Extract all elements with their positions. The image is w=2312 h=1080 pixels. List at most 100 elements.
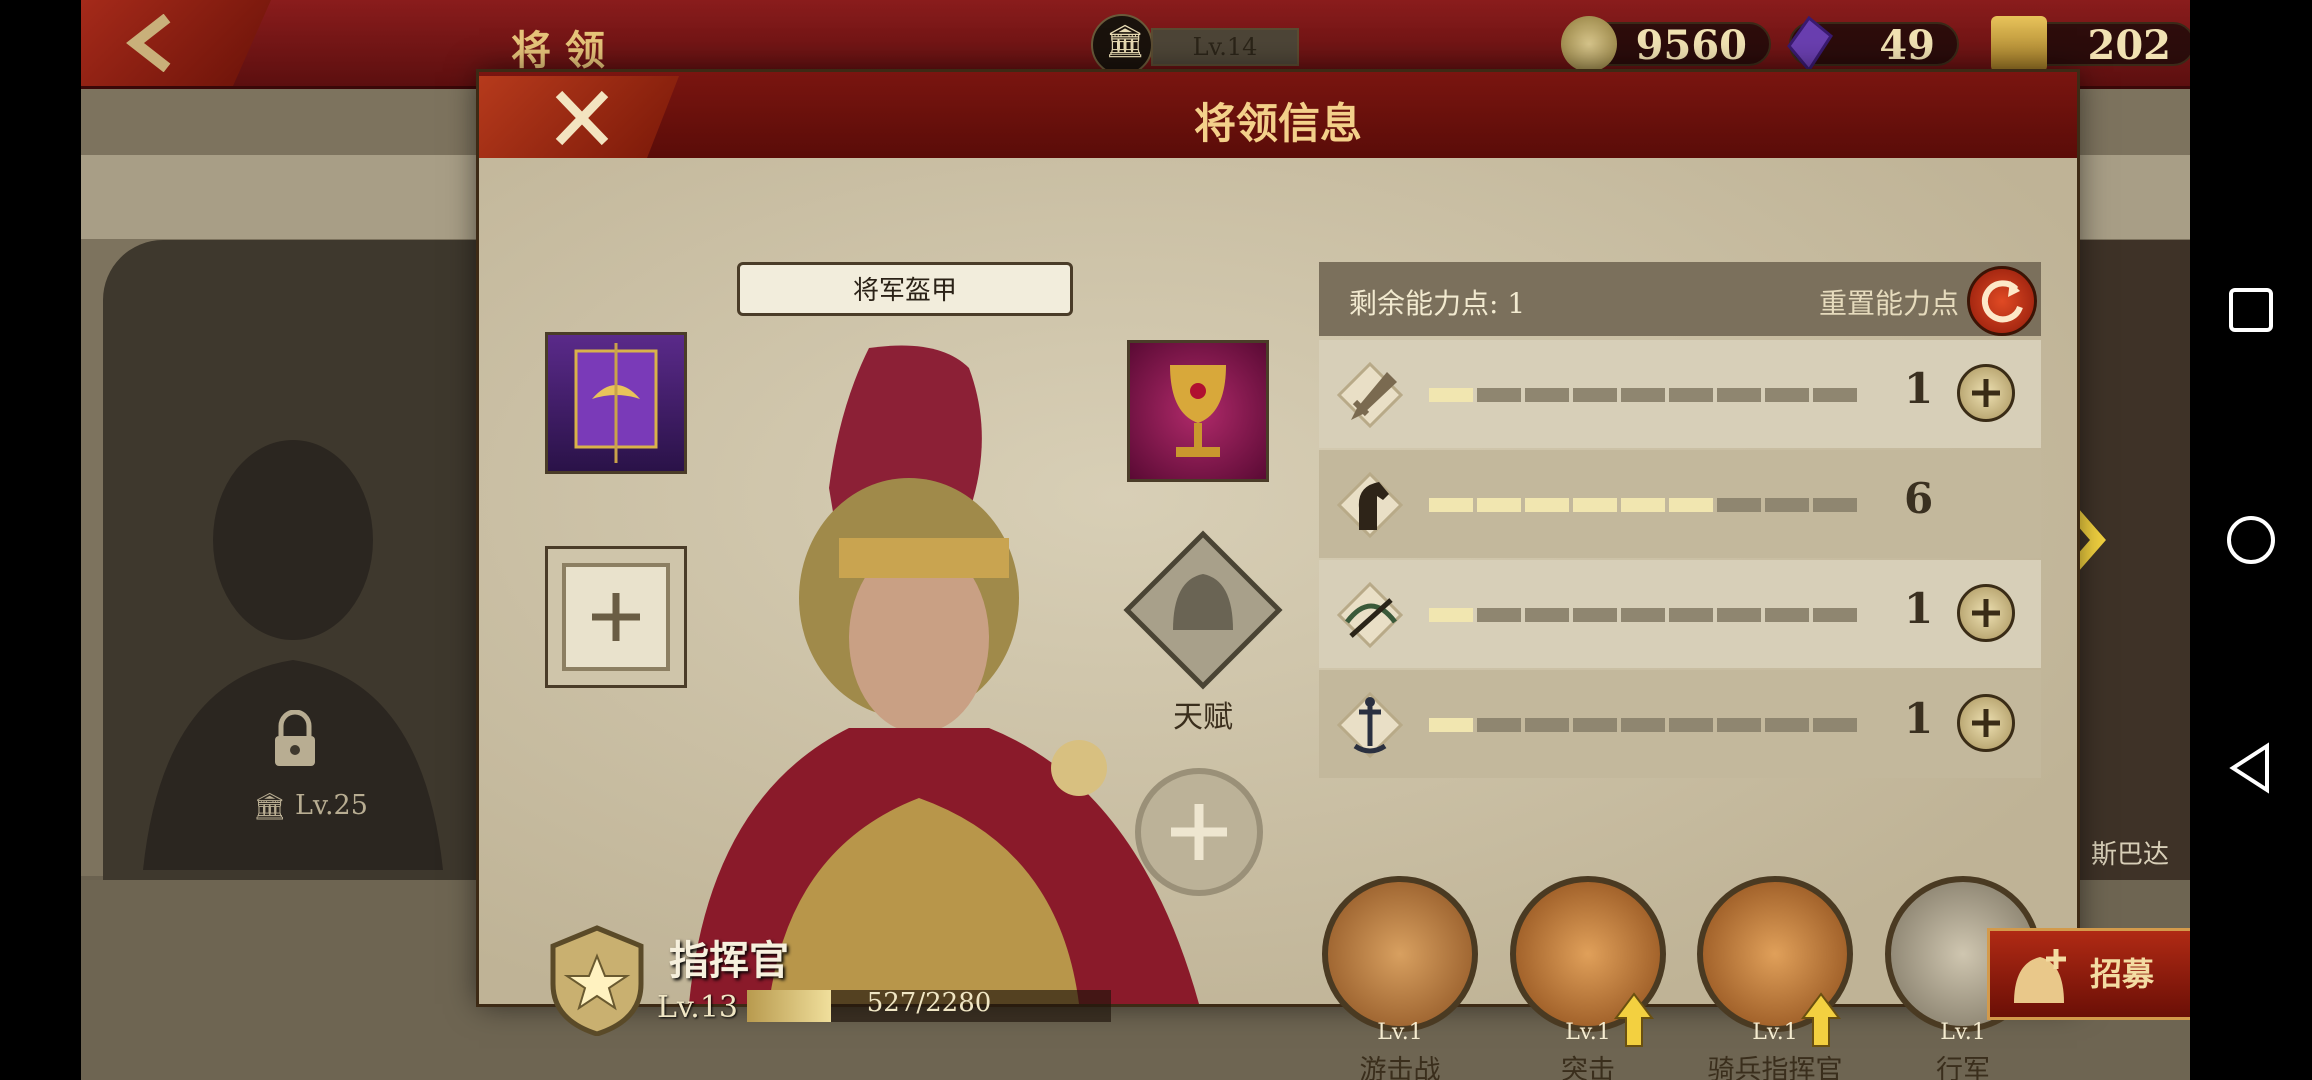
stat-value: 6 (1904, 474, 1934, 523)
plus-icon (1972, 709, 2000, 737)
stat-value: 1 (1904, 364, 1934, 413)
gem-value: 49 (1879, 22, 1935, 69)
coin-icon (1561, 16, 1617, 72)
locked-hero-card[interactable]: 🏛 Lv.25 (103, 240, 483, 880)
stat-segment (1525, 388, 1569, 402)
back-button[interactable] (81, 0, 271, 86)
refresh-icon (1981, 280, 2023, 323)
stat-segment (1765, 498, 1809, 512)
stat-segment (1813, 608, 1857, 622)
add-skill-slot[interactable] (1135, 768, 1263, 896)
reset-points-button[interactable] (1967, 266, 2037, 336)
stat-segment (1717, 608, 1761, 622)
stat-row: 6 (1319, 450, 2041, 558)
armor-tab-button[interactable]: 将军盔甲 (737, 262, 1073, 316)
page-title: 将领 (511, 27, 619, 74)
goblet-slot[interactable] (1127, 340, 1269, 482)
talent-label: 天赋 (1173, 700, 1233, 735)
recruit-button[interactable]: 招募 (1987, 928, 2190, 1020)
stat-segment (1621, 718, 1665, 732)
building-level-bar: Lv.14 (1151, 28, 1299, 66)
token-value: 202 (2087, 22, 2172, 69)
stat-segment (1429, 608, 1473, 622)
skill-name: 突击 (1561, 1055, 1615, 1080)
next-hero-name: 斯巴达 (2091, 840, 2170, 870)
stat-segment (1573, 498, 1617, 512)
stat-value: 1 (1904, 584, 1934, 633)
hero-level: Lv.13 (657, 990, 739, 1025)
talent-helmet-icon[interactable] (1123, 530, 1283, 690)
skill-item[interactable]: Lv.1 游击战 (1322, 876, 1478, 1080)
add-stat-point-button[interactable] (1957, 694, 2015, 752)
stat-segment (1765, 718, 1809, 732)
coin-value: 9560 (1635, 22, 1747, 69)
modal-title: 将领信息 (1193, 99, 1362, 148)
skill-name: 游击战 (1359, 1055, 1441, 1080)
plus-icon (1972, 379, 2000, 407)
stat-segment (1765, 388, 1809, 402)
hero-rank: 指挥官 (669, 937, 789, 984)
stat-segment (1669, 388, 1713, 402)
stat-segment (1429, 388, 1473, 402)
stat-segment (1669, 608, 1713, 622)
stat-segment (1765, 608, 1809, 622)
goblet-icon (1170, 365, 1226, 457)
recent-apps-icon[interactable] (2221, 280, 2281, 340)
xp-bar: 527/2280 (747, 988, 1111, 1022)
horse-icon (1337, 472, 1403, 538)
skill-level: Lv.1 (1377, 1020, 1423, 1045)
stat-segment (1525, 608, 1569, 622)
remaining-points-label: 剩余能力点: 1 (1349, 287, 1526, 320)
stat-row: 1 (1319, 560, 2041, 668)
hero-silhouette-icon (143, 440, 443, 870)
skill-name: 行军 (1936, 1055, 1990, 1080)
add-stat-point-button[interactable] (1957, 364, 2015, 422)
stat-segment (1477, 498, 1521, 512)
stat-segment (1525, 498, 1569, 512)
stat-segment (1525, 718, 1569, 732)
skill-item[interactable]: Lv.1 骑兵指挥官 (1697, 876, 1853, 1080)
skill-level: Lv.1 (1940, 1020, 1986, 1045)
stat-segment (1717, 498, 1761, 512)
back-arrow-icon (126, 14, 171, 72)
stat-segment (1477, 388, 1521, 402)
stat-segment (1429, 718, 1473, 732)
stat-segment (1477, 718, 1521, 732)
left-black-bar (0, 0, 81, 1080)
home-icon[interactable] (2221, 510, 2281, 570)
stat-segment (1429, 498, 1473, 512)
xp-text: 527/2280 (866, 988, 992, 1018)
stat-row: 1 (1319, 340, 2041, 448)
sword-icon (1337, 362, 1403, 428)
anchor-icon (1337, 692, 1403, 758)
recruit-label: 招募 (2090, 955, 2155, 993)
back-icon[interactable] (2221, 738, 2281, 798)
stat-segment (1669, 498, 1713, 512)
reset-points-label: 重置能力点 (1819, 287, 1960, 320)
plus-icon (1972, 599, 2000, 627)
stat-row: 1 (1319, 670, 2041, 778)
modal-header: 将领信息 (479, 72, 2077, 158)
rank-badge-icon (550, 925, 644, 1036)
stat-segment (1717, 718, 1761, 732)
ability-points-panel: 剩余能力点: 1 重置能力点 1611 (1319, 262, 2041, 862)
stat-segment (1717, 388, 1761, 402)
stat-segment (1813, 498, 1857, 512)
stat-value: 1 (1904, 694, 1934, 743)
spqr-token-icon (1991, 16, 2047, 72)
skill-icon (1322, 876, 1478, 1032)
building-icon: 🏛 (1091, 14, 1153, 76)
skill-name: 骑兵指挥官 (1707, 1055, 1843, 1080)
lock-icon (275, 710, 315, 766)
building-level: Lv.14 (1192, 33, 1258, 61)
stat-segment (1621, 498, 1665, 512)
skill-item[interactable]: Lv.1 突击 (1510, 876, 1666, 1080)
stat-segment (1621, 608, 1665, 622)
helmet-plus-icon (2014, 949, 2066, 1003)
crossbow-icon (1337, 582, 1403, 648)
stat-segment (1813, 388, 1857, 402)
add-stat-point-button[interactable] (1957, 584, 2015, 642)
game-screen: 🏛 Lv.25 斯巴达 将领 🏛 Lv.14 9560 49 202 将领信息 … (81, 0, 2190, 1080)
gem-icon (1787, 16, 1833, 72)
stat-segment (1573, 608, 1617, 622)
